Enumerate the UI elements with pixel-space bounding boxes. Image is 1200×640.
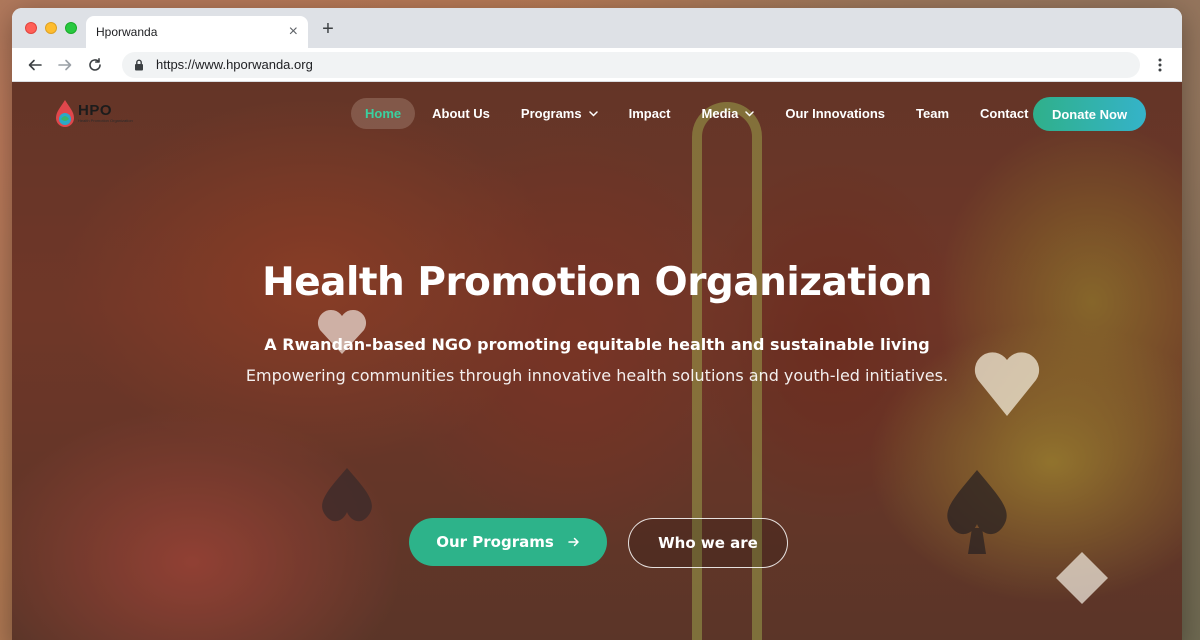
hero-description: Empowering communities through innovativ… [245, 366, 949, 385]
nav-item-contact[interactable]: Contact [966, 98, 1042, 129]
site-header: HPO Health Promotion Organization Home A… [12, 82, 1182, 146]
web-page: HPO Health Promotion Organization Home A… [12, 82, 1182, 640]
main-navigation: Home About Us Programs Impact Media Our … [351, 98, 1045, 129]
nav-item-team[interactable]: Team [902, 98, 963, 129]
reload-icon [89, 57, 101, 71]
nav-item-home[interactable]: Home [351, 98, 416, 129]
maximize-window-button[interactable] [65, 22, 77, 34]
site-logo[interactable]: HPO Health Promotion Organization [54, 98, 133, 128]
nav-item-about-us[interactable]: About Us [418, 98, 504, 129]
our-programs-label: Our Programs [436, 533, 554, 551]
hpo-logo-icon [56, 100, 74, 127]
reload-button[interactable] [82, 52, 108, 78]
nav-item-label: Home [365, 106, 402, 121]
forward-button[interactable] [52, 52, 78, 78]
nav-item-label: About Us [432, 106, 490, 121]
lock-icon[interactable] [134, 59, 144, 71]
address-bar[interactable]: https://www.hporwanda.org [122, 51, 1140, 78]
browser-window: Hporwanda × + https://www.hporwanda.org [12, 8, 1182, 640]
nav-item-label: Media [701, 106, 739, 121]
nav-item-media[interactable]: Media [688, 98, 769, 129]
nav-item-label: Our Innovations [785, 106, 886, 121]
chevron-down-icon [745, 110, 755, 117]
close-icon[interactable]: × [289, 24, 298, 40]
nav-item-our-innovations[interactable]: Our Innovations [771, 98, 899, 129]
tab-title: Hporwanda [96, 25, 158, 39]
arrow-right-icon [568, 537, 579, 547]
minimize-window-button[interactable] [45, 22, 57, 34]
diamond-card-decor-icon [1056, 552, 1108, 604]
browser-menu-button[interactable] [1148, 52, 1172, 78]
hero-subtitle: A Rwandan-based NGO promoting equitable … [264, 335, 930, 354]
logo-wordmark: HPO [78, 102, 113, 119]
logo-tagline: Health Promotion Organization [78, 118, 133, 123]
nav-item-programs[interactable]: Programs [507, 98, 612, 129]
tab-strip: Hporwanda × + [12, 8, 1182, 48]
nav-item-label: Contact [980, 106, 1029, 121]
browser-tab[interactable]: Hporwanda × [86, 16, 308, 48]
browser-toolbar: https://www.hporwanda.org [12, 48, 1182, 82]
nav-item-label: Team [916, 106, 950, 121]
nav-item-label: Impact [628, 106, 671, 121]
more-vertical-icon [1158, 58, 1162, 71]
arrow-left-icon [28, 59, 42, 70]
window-controls [25, 22, 77, 34]
spade-card-decor-icon [947, 470, 1007, 554]
back-button[interactable] [22, 52, 48, 78]
chevron-down-icon [588, 110, 598, 117]
donate-now-button[interactable]: Donate Now [1033, 97, 1146, 131]
arrow-right-icon [58, 59, 72, 70]
nav-item-impact[interactable]: Impact [615, 98, 685, 129]
hero-section: Health Promotion Organization A Rwandan-… [12, 260, 1182, 385]
hero-title: Health Promotion Organization [262, 260, 932, 305]
who-we-are-button[interactable]: Who we are [628, 518, 788, 568]
new-tab-button[interactable]: + [318, 19, 338, 40]
close-window-button[interactable] [25, 22, 37, 34]
nav-item-label: Programs [520, 106, 582, 121]
spade-card-decor-icon [322, 468, 372, 522]
our-programs-button[interactable]: Our Programs [409, 518, 607, 566]
url-text: https://www.hporwanda.org [156, 57, 313, 72]
